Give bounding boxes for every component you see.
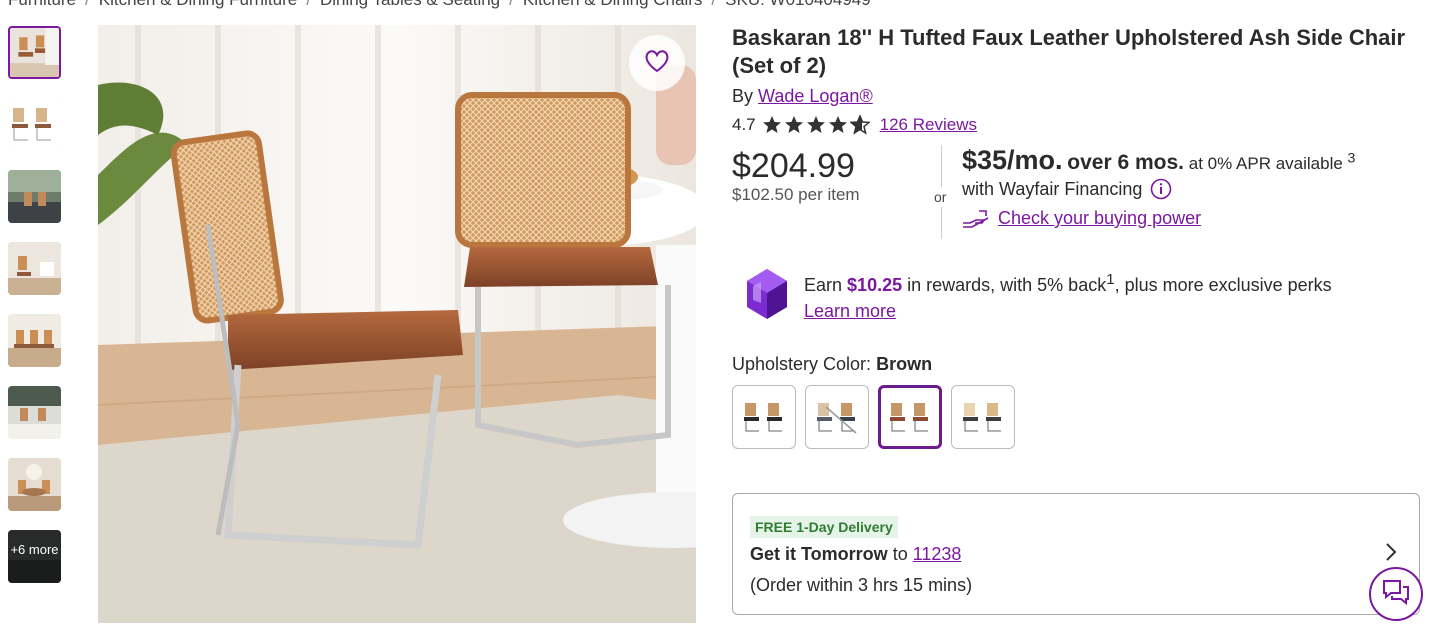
financing-term: over 6 mos.	[1067, 151, 1185, 174]
thumbnail-5[interactable]	[8, 314, 61, 367]
thumbnail-6[interactable]	[8, 386, 61, 439]
or-label: or	[934, 187, 947, 207]
half-star-icon	[849, 115, 870, 135]
earn-label: Earn	[804, 275, 843, 295]
monthly-payment-line: $35/mo. over 6 mos. at 0% APR available …	[962, 145, 1355, 176]
thumbnail-more[interactable]: +6 more	[8, 530, 61, 583]
selected-option: Brown	[876, 354, 933, 374]
apr-text: at 0% APR available	[1188, 154, 1343, 173]
brand-link[interactable]: Wade Logan®	[758, 86, 873, 106]
product-info: Baskaran 18'' H Tufted Faux Leather Upho…	[732, 24, 1422, 449]
color-swatches	[732, 385, 1422, 449]
breadcrumb-separator: /	[85, 0, 90, 9]
rewards-perks: , plus more exclusive perks	[1114, 275, 1332, 295]
thumbnail-3[interactable]	[8, 170, 61, 223]
hand-money-icon	[962, 209, 990, 229]
rewards-amount: $10.25	[847, 275, 903, 295]
order-within-text: (Order within 3 hrs 15 mins)	[750, 575, 973, 595]
heart-icon	[644, 49, 670, 78]
buying-power-line: Check your buying power	[962, 208, 1355, 229]
thumbnail-7[interactable]	[8, 458, 61, 511]
breadcrumb-furniture[interactable]: Furniture	[8, 0, 76, 9]
chat-icon	[1381, 578, 1411, 611]
product-title: Baskaran 18'' H Tufted Faux Leather Upho…	[732, 25, 1406, 78]
rewards-description: in rewards, with 5% back	[907, 275, 1107, 295]
apr-footnote: 3	[1347, 150, 1356, 167]
star-rating	[762, 115, 872, 135]
breadcrumb-sku: SKU: W010404949	[725, 0, 871, 9]
monthly-price: $35/mo.	[962, 145, 1063, 175]
delivery-date: Get it Tomorrow	[750, 544, 888, 564]
chat-button[interactable]	[1369, 567, 1423, 621]
option-label: Upholstery Color:	[732, 354, 872, 374]
learn-more-link[interactable]: Learn more	[804, 301, 896, 321]
thumbnail-strip: +6 more	[8, 26, 64, 602]
star-icon	[828, 116, 847, 133]
financing-text: with Wayfair Financing	[962, 178, 1143, 199]
star-icon	[784, 116, 803, 133]
breadcrumb-chairs[interactable]: Kitchen & Dining Chairs	[523, 0, 703, 9]
rating-row: 4.7 126 Reviews	[732, 115, 1422, 135]
delivery-estimate: Get it Tomorrow to 11238	[750, 544, 1402, 565]
per-item-price: $102.50 per item	[732, 185, 860, 204]
main-product-image[interactable]	[98, 25, 696, 623]
swatch-option-2[interactable]	[805, 385, 869, 449]
breadcrumb: Furniture / Kitchen & Dining Furniture / Din…	[8, 0, 871, 10]
rating-value: 4.7	[732, 115, 756, 134]
thumbnail-2[interactable]	[8, 98, 61, 151]
price-section: $204.99 $102.50 per item or $35/mo. over…	[732, 139, 1422, 251]
delivery-box[interactable]: FREE 1-Day Delivery Get it Tomorrow to 1…	[732, 493, 1420, 615]
thumbnail-4[interactable]	[8, 242, 61, 295]
by-label: By	[732, 86, 754, 106]
brand-line: By Wade Logan®	[732, 86, 1422, 107]
swatch-option-brown[interactable]	[878, 385, 942, 449]
breadcrumb-separator: /	[509, 0, 514, 9]
to-label: to	[892, 544, 908, 564]
free-delivery-badge: FREE 1-Day Delivery	[750, 516, 898, 538]
financing-info: $35/mo. over 6 mos. at 0% APR available …	[962, 145, 1355, 229]
financing-line: with Wayfair Financing	[962, 178, 1355, 200]
more-thumbnails-label: +6 more	[8, 530, 61, 583]
swatch-option-1[interactable]	[732, 385, 796, 449]
upholstery-color-label: Upholstery Color: Brown	[732, 354, 1422, 375]
info-icon[interactable]	[1150, 178, 1172, 200]
star-icon	[806, 116, 825, 133]
breadcrumb-dining-tables[interactable]: Dining Tables & Seating	[320, 0, 500, 9]
star-icon	[762, 116, 781, 133]
rewards-gem-icon	[744, 267, 790, 326]
favorite-button[interactable]	[629, 35, 685, 91]
breadcrumb-separator: /	[306, 0, 311, 9]
chevron-right-icon[interactable]	[1385, 542, 1397, 567]
thumbnail-1[interactable]	[8, 26, 61, 79]
rewards-footnote: 1	[1106, 271, 1115, 288]
reviews-link[interactable]: 126 Reviews	[880, 115, 977, 135]
breadcrumb-separator: /	[711, 0, 716, 9]
zip-code-link[interactable]: 11238	[913, 544, 962, 564]
check-buying-power-link[interactable]: Check your buying power	[998, 208, 1201, 229]
swatch-option-4[interactable]	[951, 385, 1015, 449]
rewards-text: Earn $10.25 in rewards, with 5% back1, p…	[804, 267, 1332, 324]
price: $204.99	[732, 147, 855, 185]
breadcrumb-kitchen-dining-furniture[interactable]: Kitchen & Dining Furniture	[99, 0, 297, 9]
rewards-section: Earn $10.25 in rewards, with 5% back1, p…	[744, 267, 1422, 326]
